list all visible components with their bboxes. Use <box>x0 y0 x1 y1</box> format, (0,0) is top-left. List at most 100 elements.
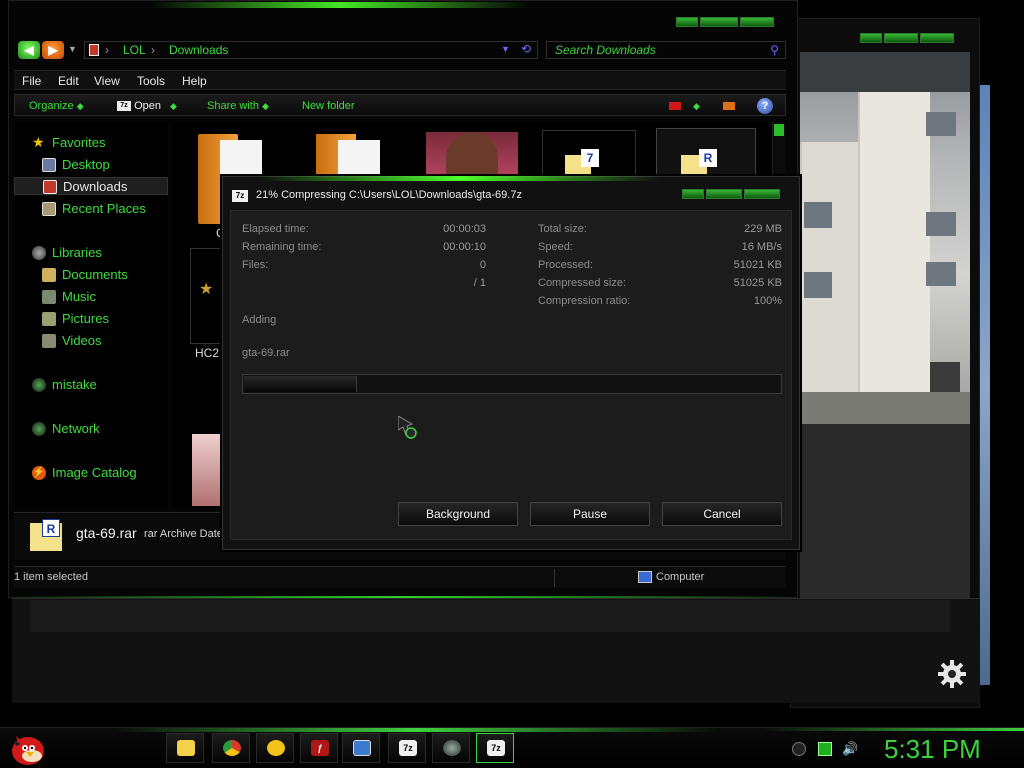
maximize-icon[interactable] <box>700 17 738 27</box>
nav-image-catalog-label: Image Catalog <box>52 465 137 480</box>
nav-favorites[interactable]: ★ Favorites <box>14 134 168 152</box>
busy-cursor-icon <box>398 416 417 439</box>
cancel-button[interactable]: Cancel <box>662 502 782 526</box>
show-hidden-icons-icon[interactable] <box>792 742 806 756</box>
files-total-value: / 1 <box>473 277 486 289</box>
pictures-icon <box>42 312 56 326</box>
file-item-hc2[interactable]: ★ <box>190 248 226 344</box>
forward-button[interactable]: ▶ <box>42 41 64 59</box>
pause-button[interactable]: Pause <box>530 502 650 526</box>
new-folder-button[interactable]: New folder <box>302 100 355 112</box>
nav-documents[interactable]: Documents <box>14 266 168 284</box>
nav-desktop[interactable]: Desktop <box>14 156 168 174</box>
taskbar-7zip[interactable]: 7z <box>388 733 426 763</box>
minimize-icon[interactable] <box>682 189 704 199</box>
open-button[interactable]: 7z Open ◆ <box>117 100 177 112</box>
selected-file-type: rar Archive Date <box>144 528 223 540</box>
view-options-dropdown-icon[interactable]: ◆ <box>693 100 700 112</box>
image-thumbnail[interactable] <box>192 434 226 506</box>
nav-mistake[interactable]: mistake <box>14 376 168 394</box>
dropdown-dot-icon: ◆ <box>76 101 84 111</box>
status-divider <box>554 569 555 587</box>
remaining-time-value: 00:00:10 <box>443 241 486 253</box>
search-icon[interactable]: ⚲ <box>770 43 779 57</box>
background-window-controls[interactable] <box>860 32 960 44</box>
close-icon[interactable] <box>744 189 780 199</box>
current-file-name: gta-69.rar <box>242 347 290 359</box>
taskbar-messenger[interactable] <box>256 733 294 763</box>
taskbar-network[interactable] <box>432 733 470 763</box>
picture-viewer-icon <box>353 740 371 756</box>
taskbar-flash[interactable]: ƒ <box>300 733 338 763</box>
search-box[interactable]: Search Downloads ⚲ <box>546 41 786 59</box>
taskbar-glow <box>110 728 720 732</box>
menu-help[interactable]: Help <box>182 74 207 88</box>
scrollbar-up-button[interactable] <box>774 124 784 136</box>
organize-button[interactable]: Organize ◆ <box>29 100 84 112</box>
status-location: Computer <box>656 571 705 583</box>
menu-view[interactable]: View <box>94 74 120 88</box>
rar-archive-icon: R <box>30 519 62 551</box>
network-globe-icon <box>443 740 461 756</box>
image-catalog-icon: ⚡ <box>32 466 46 480</box>
volume-icon[interactable]: 🔊 <box>842 742 858 756</box>
back-button[interactable]: ◀ <box>18 41 40 59</box>
clock[interactable]: 5:31 PM <box>884 734 981 765</box>
help-icon[interactable]: ? <box>757 98 773 114</box>
window-glow <box>150 2 530 8</box>
taskbar-picture-viewer[interactable] <box>342 733 380 763</box>
preview-pane-icon[interactable] <box>723 102 735 110</box>
menu-file[interactable]: File <box>22 74 41 88</box>
nav-pictures[interactable]: Pictures <box>14 310 168 328</box>
nav-image-catalog[interactable]: ⚡ Image Catalog <box>14 464 168 482</box>
libraries-icon <box>32 246 46 260</box>
7zip-icon: 7z <box>232 190 248 202</box>
close-icon[interactable] <box>740 17 774 27</box>
menu-edit[interactable]: Edit <box>58 74 79 88</box>
taskbar-7zip-active[interactable]: 7z <box>476 733 514 763</box>
taskbar-explorer[interactable] <box>166 733 204 763</box>
maximize-icon[interactable] <box>706 189 742 199</box>
menu-tools[interactable]: Tools <box>137 74 165 88</box>
start-button-angry-bird-icon[interactable] <box>8 730 46 766</box>
recent-pages-dropdown[interactable]: ▼ <box>68 44 77 54</box>
minimize-icon[interactable] <box>860 33 882 43</box>
explorer-window-controls[interactable] <box>676 16 780 28</box>
selected-file-name: gta-69.rar <box>76 525 137 541</box>
nav-music[interactable]: Music <box>14 288 168 306</box>
breadcrumb-lol[interactable]: LOL <box>123 43 146 57</box>
address-dropdown-icon[interactable]: ▼ <box>501 44 510 54</box>
gear-icon[interactable] <box>936 658 968 690</box>
nav-libraries[interactable]: Libraries <box>14 244 168 262</box>
elapsed-time-label: Elapsed time: <box>242 223 309 235</box>
action-center-icon[interactable] <box>818 742 832 756</box>
close-icon[interactable] <box>920 33 954 43</box>
search-input[interactable]: Search Downloads <box>555 43 656 57</box>
breadcrumb-downloads[interactable]: Downloads <box>169 43 228 57</box>
minimize-icon[interactable] <box>676 17 698 27</box>
compressed-size-value: 51025 KB <box>733 277 782 289</box>
nav-downloads[interactable]: Downloads <box>14 177 168 195</box>
dialog-window-controls[interactable] <box>682 188 784 200</box>
share-with-button[interactable]: Share with ◆ <box>207 100 269 112</box>
operation-status: Adding <box>242 314 277 326</box>
maximize-icon[interactable] <box>884 33 918 43</box>
nav-recent-places[interactable]: Recent Places <box>14 200 168 218</box>
nav-network[interactable]: Network <box>14 420 168 438</box>
nav-downloads-label: Downloads <box>63 179 128 194</box>
arrow-left-icon: ◀ <box>24 43 34 57</box>
nav-videos[interactable]: Videos <box>14 332 168 350</box>
view-options-icon[interactable] <box>669 102 681 110</box>
rar-icon: R <box>699 149 717 167</box>
videos-icon <box>42 334 56 348</box>
address-bar[interactable]: › LOL › Downloads ▼ ⟲ <box>84 41 538 59</box>
nav-recent-label: Recent Places <box>62 201 146 216</box>
compressed-size-label: Compressed size: <box>538 277 627 289</box>
nav-libraries-label: Libraries <box>52 245 102 260</box>
command-bar: Organize ◆ 7z Open ◆ Share with ◆ New fo… <box>14 94 786 116</box>
taskbar-chrome[interactable] <box>212 733 250 763</box>
background-button[interactable]: Background <box>398 502 518 526</box>
refresh-icon[interactable]: ⟲ <box>521 42 531 56</box>
file-label: HC2 <box>195 346 220 360</box>
background-window-edge <box>980 85 990 685</box>
